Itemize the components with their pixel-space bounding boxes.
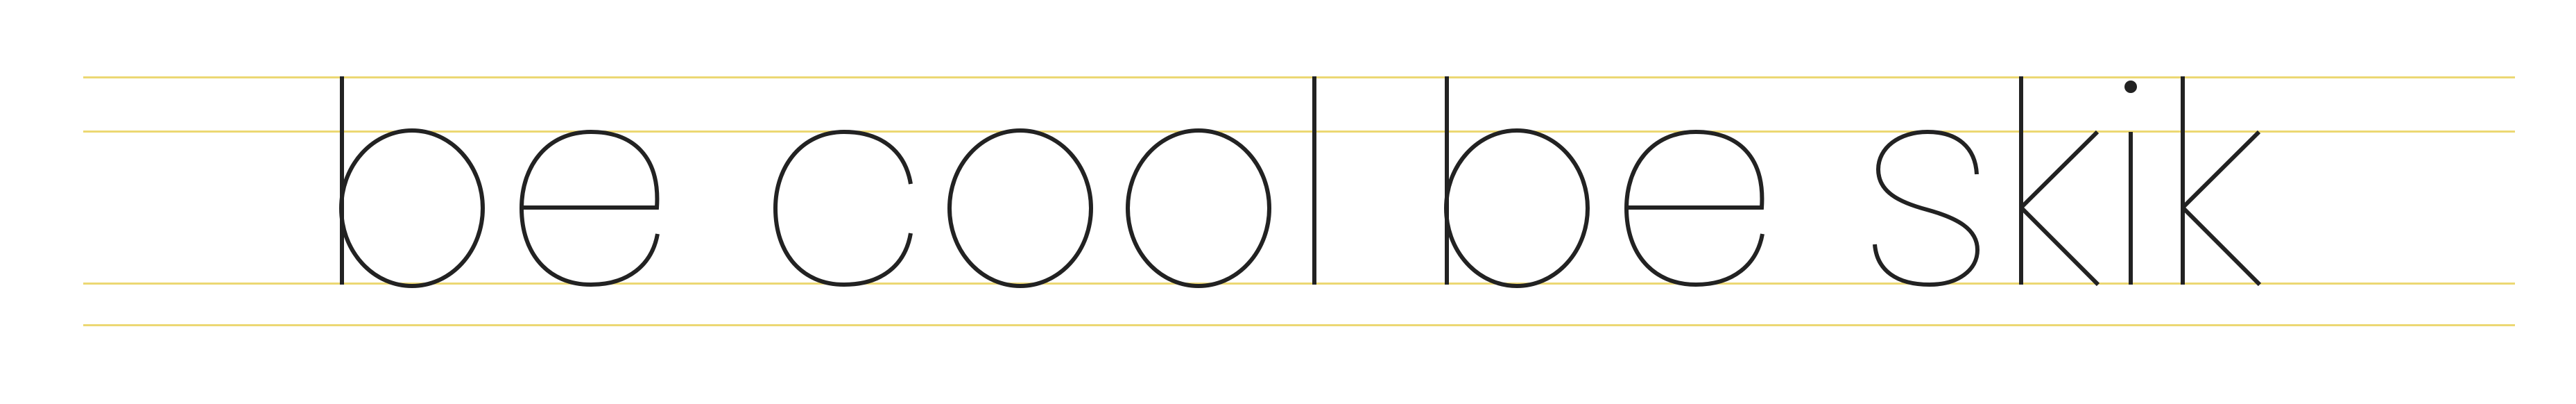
glyph-k-2 (2181, 76, 2262, 287)
glyph-e-2 (1624, 129, 1764, 287)
glyph-e (519, 129, 660, 287)
glyph-k-1 (2019, 76, 2100, 287)
glyph-b (339, 76, 485, 288)
glyph-c (773, 129, 913, 287)
glyph-i (2124, 81, 2137, 285)
glyph-b-2 (1444, 76, 1590, 288)
type-specimen: be cool be skik (0, 0, 2576, 404)
glyph-o-2 (1126, 128, 1271, 288)
glyph-s (1873, 129, 1980, 287)
specimen-glyphs (339, 76, 2262, 288)
glyph-o-1 (947, 128, 1093, 288)
